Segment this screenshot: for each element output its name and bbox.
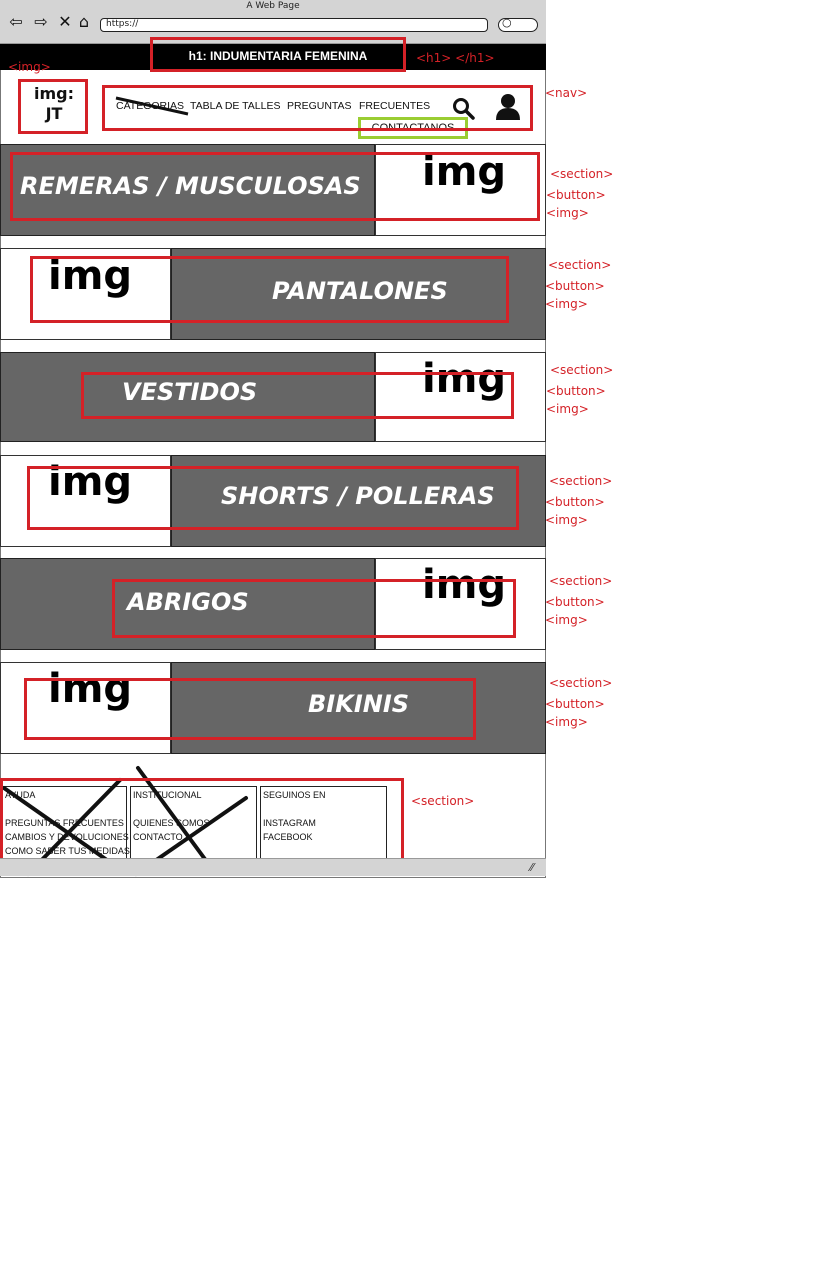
nav-annotation: <nav> (545, 86, 588, 100)
nav-highlight-box (102, 85, 533, 131)
section-highlight-box (112, 579, 516, 638)
section-annotation: <section> (549, 574, 613, 588)
url-field[interactable]: https:// (100, 18, 488, 32)
img-annotation: <img> (545, 513, 588, 527)
logo-img-annotation: <img> (8, 60, 51, 74)
h1-annotation: <h1> </h1> (416, 51, 495, 65)
back-icon[interactable]: ⇦ (6, 12, 26, 32)
img-annotation: <img> (546, 402, 589, 416)
footer-highlight-box (0, 778, 404, 866)
img-annotation: <img> (546, 206, 589, 220)
section-annotation: <section> (548, 258, 612, 272)
close-icon[interactable]: ✕ (55, 12, 75, 32)
status-bar (0, 858, 546, 876)
button-annotation: <button> (545, 495, 605, 509)
footer-annotation: <section> (411, 794, 475, 808)
section-annotation: <section> (550, 363, 614, 377)
resize-grip-icon[interactable]: ⁄⁄ (530, 861, 534, 874)
img-annotation: <img> (545, 297, 588, 311)
button-annotation: <button> (545, 595, 605, 609)
window-title: A Web Page (246, 1, 300, 11)
img-annotation: <img> (545, 613, 588, 627)
section-highlight-box (81, 372, 514, 419)
h1-highlight-box (150, 37, 406, 72)
section-annotation: <section> (549, 474, 613, 488)
logo-highlight-box (18, 79, 88, 134)
section-highlight-box (27, 466, 519, 530)
button-annotation: <button> (546, 384, 606, 398)
forward-icon[interactable]: ⇨ (31, 12, 51, 32)
section-highlight-box (30, 256, 509, 323)
img-annotation: <img> (545, 715, 588, 729)
home-icon[interactable]: ⌂ (74, 12, 94, 32)
button-annotation: <button> (546, 188, 606, 202)
section-highlight-box (10, 152, 540, 221)
button-annotation: <button> (545, 279, 605, 293)
section-annotation: <section> (550, 167, 614, 181)
button-annotation: <button> (545, 697, 605, 711)
search-icon: ○ (502, 16, 512, 29)
section-annotation: <section> (549, 676, 613, 690)
section-highlight-box (24, 678, 476, 740)
